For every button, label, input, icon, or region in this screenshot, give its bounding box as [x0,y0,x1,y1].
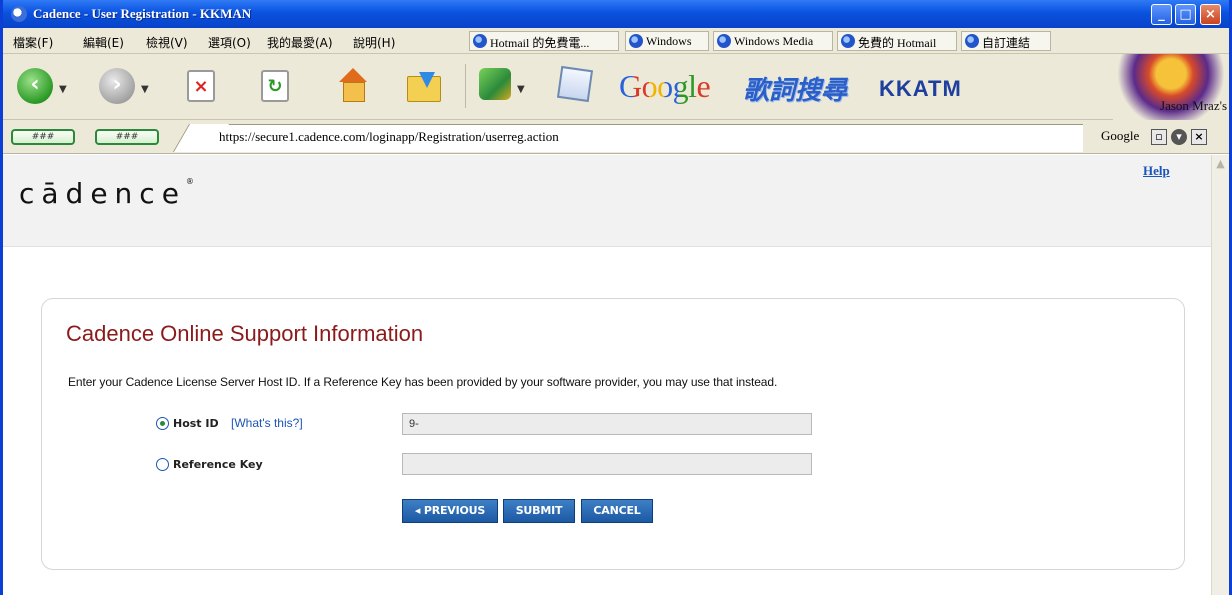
reference-key-radio[interactable] [156,458,169,471]
cancel-button[interactable]: CANCEL [581,499,653,523]
kkatm-logo[interactable]: KKATM [879,76,962,102]
back-dropdown-icon[interactable]: ▼ [59,84,67,95]
host-id-label: Host ID [173,417,219,430]
menu-file[interactable]: 檔案(F) [13,34,53,51]
download-folder-icon[interactable] [405,68,441,104]
reference-key-input[interactable] [402,453,812,475]
google-search-label[interactable]: Google [1101,128,1139,144]
bookmark-windows-media[interactable]: Windows Media [713,31,833,51]
menu-bar: 檔案(F) 編輯(E) 檢視(V) 選項(O) 我的最愛(A) 說明(H) Ho… [3,28,1229,54]
menu-help[interactable]: 說明(H) [353,34,395,51]
toolbar: ‹ ▼ › ▼ × ↻ ▼ Google 歌詞搜尋 KKATM Jason Mr… [3,54,1229,120]
menu-favorites[interactable]: 我的最愛(A) [267,34,333,51]
window-title: Cadence - User Registration - KKMAN [33,6,252,21]
bookmark-windows[interactable]: Windows [625,31,709,51]
close-button[interactable]: × [1200,4,1221,25]
browser-logo-icon [11,6,27,22]
banner-text: Jason Mraz's [1160,98,1227,113]
host-id-radio[interactable] [156,417,169,430]
browser-window: Cadence - User Registration - KKMAN _ □ … [0,0,1232,595]
menu-options[interactable]: 選項(O) [208,34,251,51]
jason-mraz-banner[interactable]: Jason Mraz's [1113,54,1229,120]
bookmark-custom-links[interactable]: 自訂連結 [961,31,1051,51]
submit-button[interactable]: SUBMIT [503,499,575,523]
stop-icon[interactable]: × [187,70,215,102]
page-header: cādence® Help [3,155,1211,247]
page-viewport: cādence® Help ▲ Cadence Online Support I… [3,155,1229,595]
vertical-scrollbar[interactable]: ▲ [1211,155,1229,595]
reference-key-label: Reference Key [173,458,263,471]
search-go-icon[interactable]: ▾ [1171,129,1187,145]
help-link[interactable]: Help [1143,163,1170,179]
bookmark-hotmail[interactable]: Hotmail 的免費電... [469,31,619,51]
maximize-button[interactable]: □ [1175,4,1196,25]
menu-edit[interactable]: 編輯(E) [83,34,124,51]
toolbar-toggle-pill[interactable]: ### [95,129,159,145]
lyrics-search-logo[interactable]: 歌詞搜尋 [743,70,847,107]
scroll-up-icon[interactable]: ▲ [1214,157,1227,170]
google-toolbar-logo[interactable]: Google [619,68,711,105]
addons-dropdown-icon[interactable]: ▼ [517,84,525,95]
whats-this-link[interactable]: [What's this?] [231,416,303,430]
back-icon[interactable]: ‹ [17,68,53,104]
host-id-input[interactable]: 9- [402,413,812,435]
virtual-box-icon[interactable] [556,65,594,103]
instructions-text: Enter your Cadence License Server Host I… [68,375,778,389]
address-bar: ### ### https://secure1.cadence.com/logi… [3,120,1229,154]
menu-view[interactable]: 檢視(V) [146,34,188,51]
toolbar-toggle-pill[interactable]: ### [11,129,75,145]
forward-dropdown-icon[interactable]: ▼ [141,84,149,95]
cadence-logo: cādence® [19,177,194,210]
addons-icon[interactable] [479,68,511,100]
toolbar-separator [465,64,466,108]
support-info-panel: Cadence Online Support Information Enter… [41,298,1185,570]
title-bar: Cadence - User Registration - KKMAN _ □ … [3,0,1229,28]
page-title: Cadence Online Support Information [66,321,424,346]
forward-icon[interactable]: › [99,68,135,104]
close-search-icon[interactable]: × [1191,129,1207,145]
refresh-icon[interactable]: ↻ [261,70,289,102]
bookmark-free-hotmail[interactable]: 免費的 Hotmail [837,31,957,51]
search-options-icon[interactable]: ▫ [1151,129,1167,145]
minimize-button[interactable]: _ [1151,4,1172,25]
url-input[interactable]: https://secure1.cadence.com/loginapp/Reg… [215,126,1085,148]
previous-button[interactable]: ◂ PREVIOUS [402,499,498,523]
home-icon[interactable] [335,68,369,102]
